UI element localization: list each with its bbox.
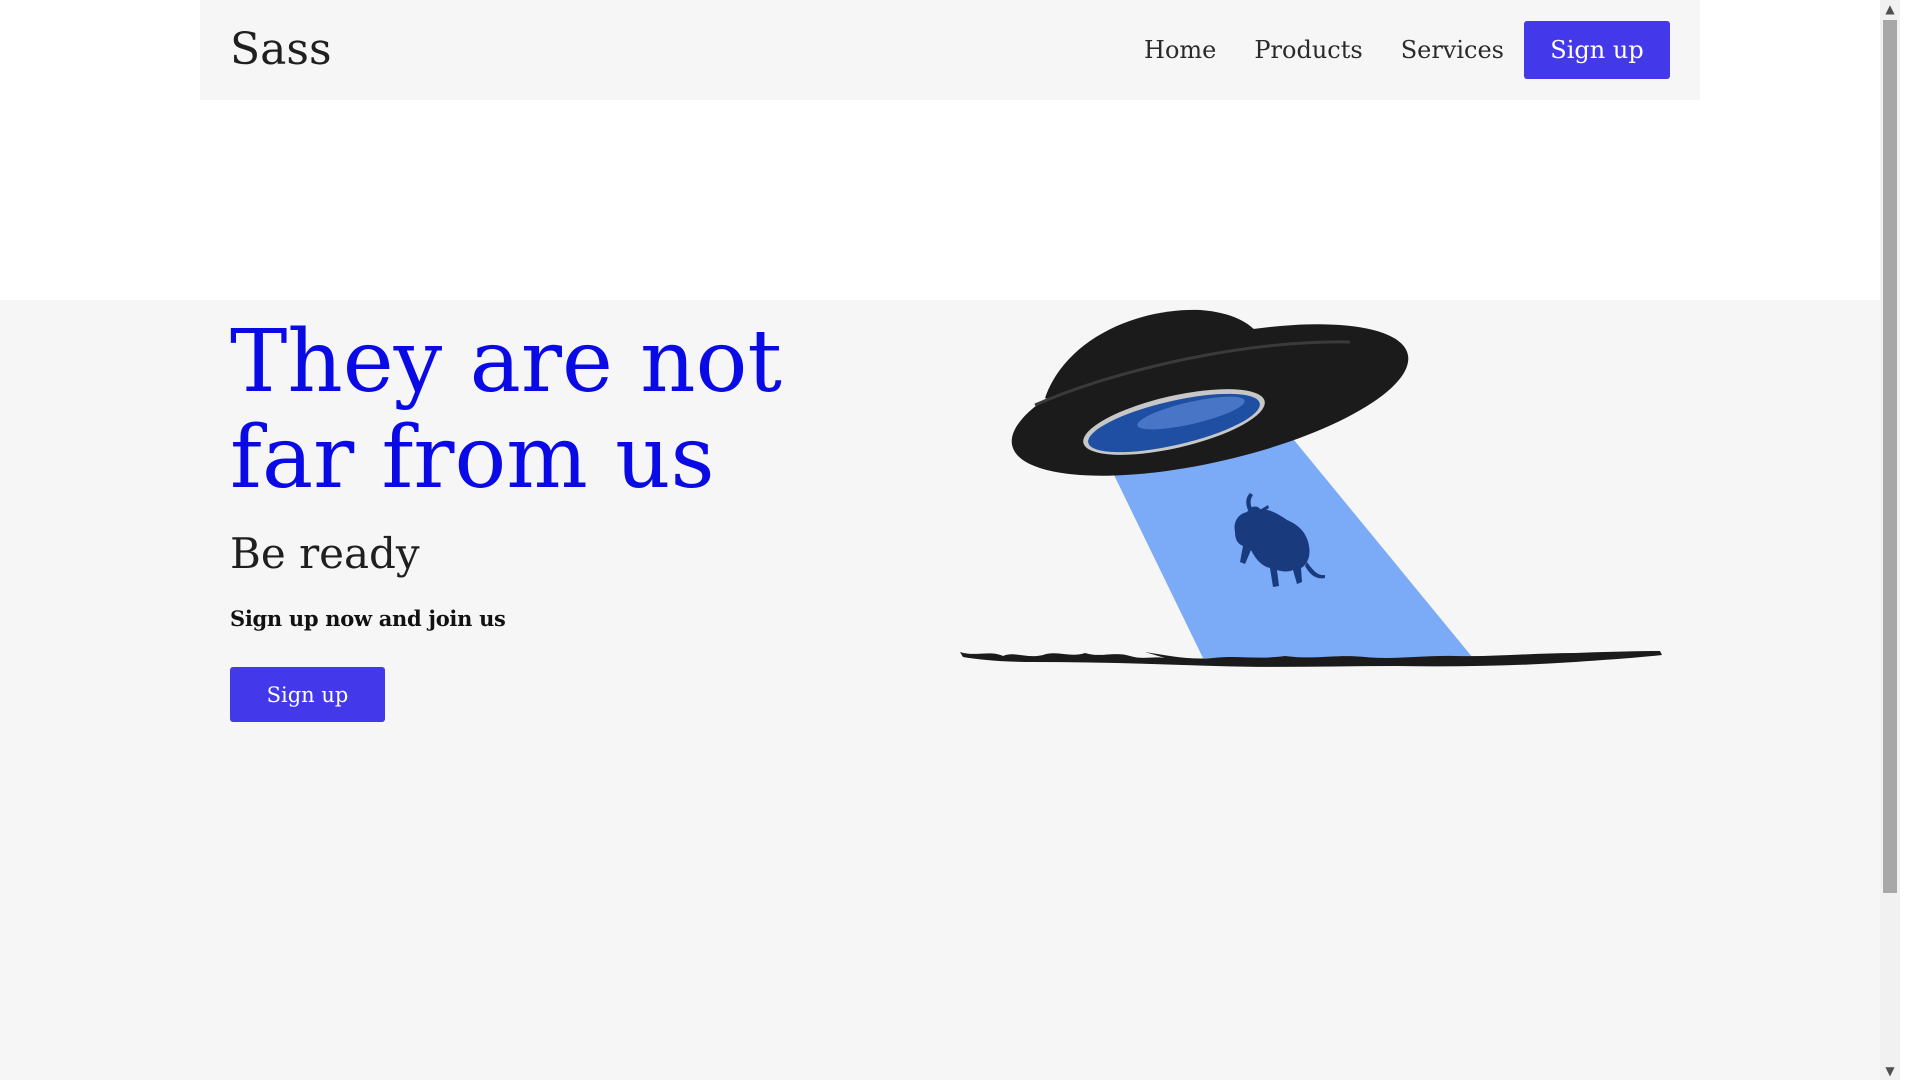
nav-link-services[interactable]: Services xyxy=(1382,21,1523,79)
nav-link-products[interactable]: Products xyxy=(1235,21,1381,79)
hero-signup-button[interactable]: Sign up xyxy=(230,667,385,722)
navbar: Sass Home Products Services Sign up xyxy=(200,0,1700,100)
scroll-down-arrow-icon[interactable]: ▼ xyxy=(1880,1062,1900,1080)
ufo-illustration xyxy=(960,309,1662,667)
page: Sass Home Products Services Sign up They… xyxy=(0,0,1900,1080)
hero-subtitle: Be ready xyxy=(230,529,420,578)
scrollbar-thumb[interactable] xyxy=(1883,20,1897,893)
nav-links: Home Products Services Sign up xyxy=(1125,21,1670,79)
nav-signup-button[interactable]: Sign up xyxy=(1524,21,1670,79)
hero-text: Sign up now and join us xyxy=(230,606,506,631)
hero-section: They are not far from us Be ready Sign u… xyxy=(0,300,1900,1080)
nav-link-home[interactable]: Home xyxy=(1125,21,1235,79)
hero-title: They are not far from us xyxy=(230,312,782,508)
scroll-up-arrow-icon[interactable]: ▲ xyxy=(1880,0,1900,18)
scrollbar[interactable]: ▲ ▼ xyxy=(1880,0,1900,1080)
brand-logo[interactable]: Sass xyxy=(230,20,332,80)
